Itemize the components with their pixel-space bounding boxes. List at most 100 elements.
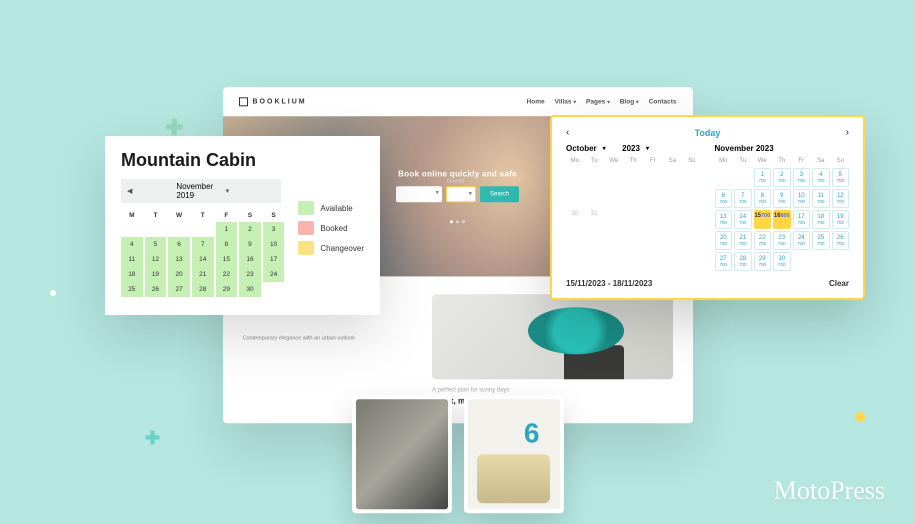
calendar-day[interactable]: 19	[145, 267, 167, 282]
calendar-day[interactable]: 26	[145, 282, 167, 297]
calendar-day[interactable]: 30	[566, 208, 584, 220]
datepicker-today-link[interactable]: Today	[569, 128, 845, 138]
weekday-header: T	[192, 209, 214, 222]
calendar-day[interactable]: 7700	[734, 189, 752, 208]
calendar-day[interactable]: 20700	[715, 231, 733, 250]
hero-checkin-field[interactable]	[396, 186, 442, 202]
calendar-day[interactable]: 3	[263, 222, 285, 237]
calendar-day[interactable]: 13700	[715, 210, 733, 229]
calendar-day[interactable]: 17	[263, 252, 285, 267]
calendar-day[interactable]: 16800	[773, 210, 791, 229]
datepicker-next-icon[interactable]: ›	[846, 127, 849, 138]
calendar-day[interactable]: 29700	[754, 252, 772, 271]
section-caption: A perfect plan for sunny days	[432, 387, 672, 393]
thumb-card-2	[464, 395, 564, 513]
nav-pages[interactable]: Pages▾	[586, 98, 610, 105]
calendar-day[interactable]: 28	[192, 282, 214, 297]
calendar-day[interactable]: 5	[145, 237, 167, 252]
nav-home[interactable]: Home	[527, 98, 545, 105]
calendar-day[interactable]: 29	[216, 282, 238, 297]
weekday-header: S	[239, 209, 261, 222]
weekday-header: Th	[773, 156, 791, 166]
calendar-day[interactable]: 13	[168, 252, 190, 267]
calendar-day[interactable]: 27700	[715, 252, 733, 271]
availability-panel: Mountain Cabin ◀ November 2019 ▾ MTWTFSS…	[105, 136, 380, 315]
calendar-day[interactable]: 3700	[793, 168, 811, 187]
selected-range-label: 15/11/2023 - 18/11/2023	[566, 279, 652, 288]
calendar-day[interactable]: 5700	[832, 168, 850, 187]
calendar-day[interactable]: 2	[239, 222, 261, 237]
calendar-day[interactable]: 19700	[832, 210, 850, 229]
weekday-header: Mo	[566, 156, 584, 166]
month1-select[interactable]: October	[566, 144, 597, 153]
calendar-day[interactable]: 22	[216, 267, 238, 282]
calendar-day[interactable]: 11700	[812, 189, 830, 208]
calendar-day[interactable]: 8700	[754, 189, 772, 208]
calendar-day[interactable]: 2700	[773, 168, 791, 187]
month-selector[interactable]: ◀ November 2019 ▾	[121, 179, 281, 203]
calendar-day[interactable]: 27	[168, 282, 190, 297]
nav-blog[interactable]: Blog▾	[620, 98, 639, 105]
calendar-day[interactable]: 28700	[734, 252, 752, 271]
weekday-header: Fr	[644, 156, 662, 166]
calendar-day[interactable]: 15700	[754, 210, 772, 229]
calendar-day[interactable]: 6700	[715, 189, 733, 208]
calendar-day[interactable]: 26700	[832, 231, 850, 250]
calendar-day[interactable]: 22700	[754, 231, 772, 250]
brand-text: BOOKLIUM	[253, 98, 307, 105]
brand-icon	[239, 97, 248, 106]
calendar-day[interactable]: 14700	[734, 210, 752, 229]
hero-search-form: Guests Search	[396, 186, 519, 202]
clear-button[interactable]: Clear	[829, 279, 849, 288]
calendar-day[interactable]: 12	[145, 252, 167, 267]
weekday-header: F	[216, 209, 238, 222]
calendar-day[interactable]: 17700	[793, 210, 811, 229]
calendar-day[interactable]: 15	[216, 252, 238, 267]
calendar-day[interactable]: 25700	[812, 231, 830, 250]
decoration-dot-white	[47, 287, 59, 299]
weekday-header: Th	[625, 156, 643, 166]
calendar-day[interactable]: 4	[121, 237, 143, 252]
hero-guests-label: Guests	[447, 178, 464, 184]
hero-guests-field[interactable]: Guests	[446, 186, 476, 202]
availability-calendar: ◀ November 2019 ▾ MTWTFSS123456789101112…	[121, 179, 284, 297]
calendar-day[interactable]: 30	[239, 282, 261, 297]
calendar-day[interactable]: 20	[168, 267, 190, 282]
calendar-day[interactable]: 21	[192, 267, 214, 282]
calendar-day[interactable]: 30700	[773, 252, 791, 271]
calendar-day[interactable]: 8	[216, 237, 238, 252]
nav-villas[interactable]: Villas▾	[555, 98, 576, 105]
month2-label: November 2023	[715, 144, 850, 153]
calendar-day[interactable]: 10700	[793, 189, 811, 208]
calendar-day[interactable]: 10	[263, 237, 285, 252]
calendar-day[interactable]: 23700	[773, 231, 791, 250]
calendar-day[interactable]: 21700	[734, 231, 752, 250]
weekday-header: T	[145, 209, 167, 222]
calendar-day[interactable]: 9700	[773, 189, 791, 208]
weekday-header: We	[754, 156, 772, 166]
hero-search-button[interactable]: Search	[480, 186, 519, 202]
calendar-day[interactable]: 7	[192, 237, 214, 252]
month-dropdown-icon[interactable]: ▾	[226, 187, 275, 195]
calendar-day[interactable]: 14	[192, 252, 214, 267]
calendar-day[interactable]: 11	[121, 252, 143, 267]
calendar-day[interactable]: 1700	[754, 168, 772, 187]
calendar-day[interactable]: 6	[168, 237, 190, 252]
calendar-day[interactable]: 18	[121, 267, 143, 282]
year1-select[interactable]: 2023	[622, 144, 640, 153]
weekday-header: We	[605, 156, 623, 166]
calendar-day[interactable]: 18700	[812, 210, 830, 229]
calendar-day[interactable]: 23	[239, 267, 261, 282]
calendar-day[interactable]: 4700	[812, 168, 830, 187]
nav-contacts[interactable]: Contacts	[649, 98, 677, 105]
calendar-day[interactable]: 24700	[793, 231, 811, 250]
calendar-day[interactable]: 31	[586, 208, 604, 220]
calendar-day[interactable]: 25	[121, 282, 143, 297]
calendar-day[interactable]: 9	[239, 237, 261, 252]
prev-month-icon[interactable]: ◀	[127, 187, 176, 195]
calendar-day[interactable]: 1	[216, 222, 238, 237]
calendar-day[interactable]: 12700	[832, 189, 850, 208]
calendar-day[interactable]: 16	[239, 252, 261, 267]
calendar-day[interactable]: 24	[263, 267, 285, 282]
legend-swatch-booked	[298, 221, 314, 235]
